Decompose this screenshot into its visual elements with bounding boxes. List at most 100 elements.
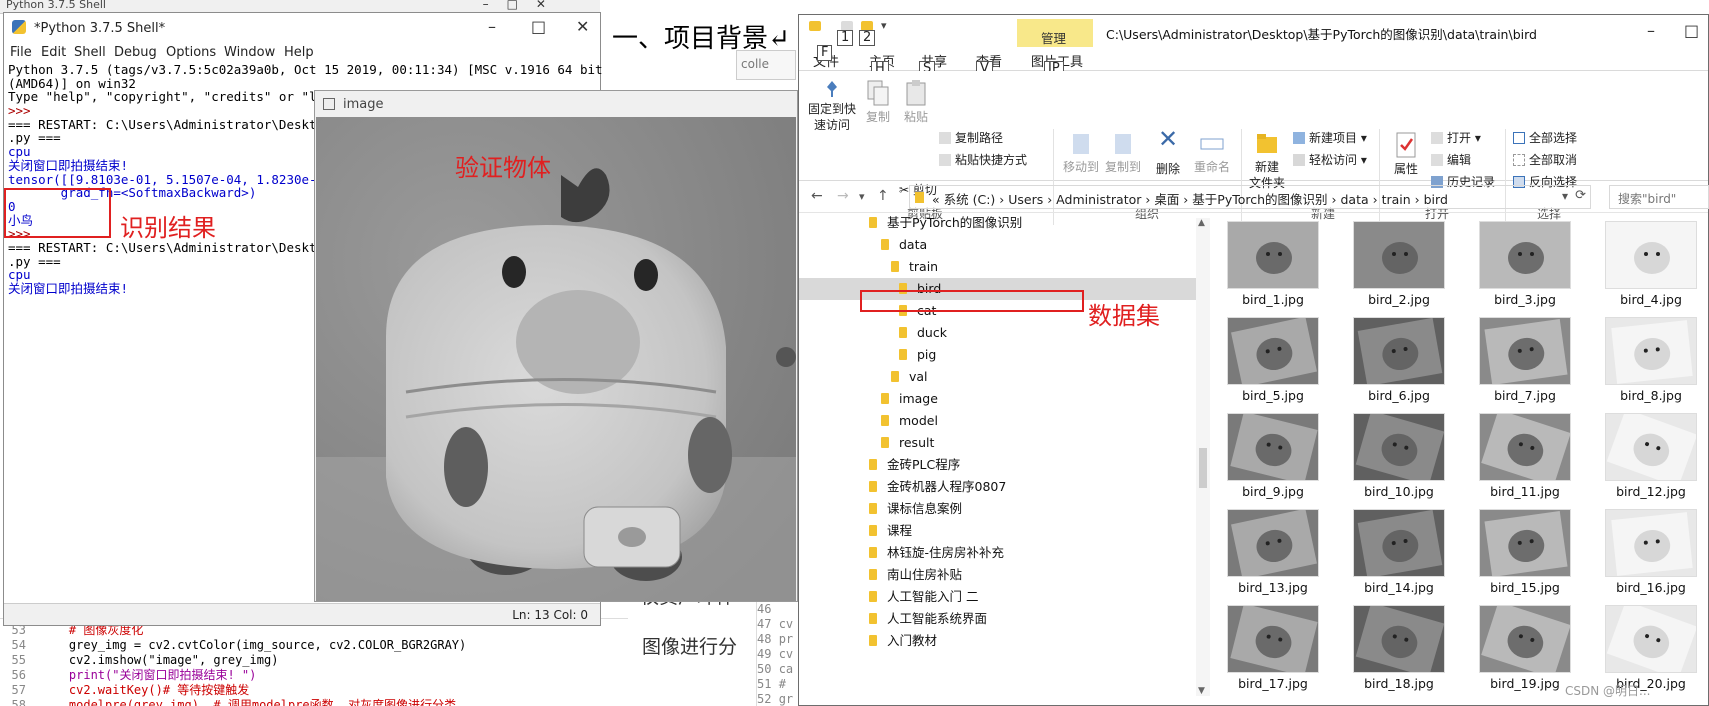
address-dropdown-icon[interactable]: ▾ xyxy=(1562,189,1568,203)
menu-options[interactable]: Options xyxy=(166,45,216,60)
search-input[interactable]: 搜索"bird" xyxy=(1609,185,1709,209)
easy-access-button[interactable]: 轻松访问 ▾ xyxy=(1293,151,1367,168)
tree-item[interactable]: 基于PyTorch的图像识别 xyxy=(869,212,1022,234)
tree-item[interactable]: duck xyxy=(899,322,947,344)
tree-item[interactable]: val xyxy=(891,366,928,388)
image-preview xyxy=(1227,605,1319,673)
file-thumbnail[interactable]: bird_16.jpg xyxy=(1596,506,1706,595)
file-thumbnail[interactable]: bird_9.jpg xyxy=(1218,410,1328,499)
manage-tab[interactable]: 管理 xyxy=(1017,19,1093,47)
image-window-titlebar[interactable]: image xyxy=(315,91,797,117)
file-thumbnail[interactable]: bird_17.jpg xyxy=(1218,602,1328,691)
back-arrow-icon[interactable]: ← xyxy=(811,188,823,204)
file-thumbnail[interactable]: bird_6.jpg xyxy=(1344,314,1454,403)
image-preview xyxy=(1605,413,1697,481)
address-bar[interactable]: « 系统 (C:) › Users › Administrator › 桌面 ›… xyxy=(909,185,1591,209)
menu-debug[interactable]: Debug xyxy=(114,45,157,60)
forward-arrow-icon[interactable]: → xyxy=(837,188,849,204)
file-thumbnail[interactable]: bird_14.jpg xyxy=(1344,506,1454,595)
tree-item[interactable]: 金砖机器人程序0807 xyxy=(869,476,1006,498)
edit-button[interactable]: 编辑 xyxy=(1431,151,1471,168)
open-button[interactable]: 打开 ▾ xyxy=(1431,129,1481,146)
close-icon[interactable]: ✕ xyxy=(576,17,589,36)
code-editor[interactable]: 53 # 图像灰度化 54 grey_img = cv2.cvtColor(im… xyxy=(0,618,628,706)
navigation-tree[interactable]: 基于PyTorch的图像识别 data train bird cat duck … xyxy=(799,212,1196,706)
copy-to-button[interactable]: 复制到 xyxy=(1103,131,1143,175)
file-thumbnail[interactable]: bird_1.jpg xyxy=(1218,218,1328,307)
tree-item[interactable]: 南山住房补贴 xyxy=(869,564,962,586)
file-thumbnail[interactable]: bird_8.jpg xyxy=(1596,314,1706,403)
image-preview xyxy=(1227,509,1319,577)
copy-path-button[interactable]: 复制路径 xyxy=(939,129,1003,146)
file-thumbnail[interactable]: bird_3.jpg xyxy=(1470,218,1580,307)
minimize-icon[interactable]: – xyxy=(488,17,496,36)
scroll-down-icon[interactable]: ▼ xyxy=(1198,686,1205,696)
menu-file[interactable]: File xyxy=(10,45,32,60)
file-thumbnail[interactable]: bird_20.jpg xyxy=(1596,602,1706,691)
move-to-button[interactable]: 移动到 xyxy=(1061,131,1101,175)
address-bar-row: ← → ▾ ↑ « 系统 (C:) › Users › Administrato… xyxy=(799,181,1709,213)
move-icon xyxy=(1073,134,1089,154)
pin-icon xyxy=(827,81,837,97)
maximize-icon[interactable]: □ xyxy=(531,17,546,36)
recent-dropdown-icon[interactable]: ▾ xyxy=(859,190,865,203)
copy-button[interactable]: 复制 xyxy=(861,79,895,125)
properties-button[interactable]: 属性 xyxy=(1389,131,1423,177)
background-window-controls[interactable]: –□✕ xyxy=(483,0,564,11)
file-grid[interactable]: bird_1.jpg bird_2.jpg bird_3.jpg bird_4.jpg… xyxy=(1218,218,1709,706)
tree-item[interactable]: 金砖PLC程序 xyxy=(869,454,960,476)
file-thumbnail[interactable]: bird_18.jpg xyxy=(1344,602,1454,691)
code-editor-secondary[interactable]: 46 47 cv 48 pr 49 cv 50 ca 51 # 52 gr 53… xyxy=(756,602,798,706)
python-shell-titlebar[interactable]: *Python 3.7.5 Shell* – □ ✕ xyxy=(4,13,600,43)
menu-window[interactable]: Window xyxy=(224,45,275,60)
file-thumbnail[interactable]: bird_5.jpg xyxy=(1218,314,1328,403)
python-icon xyxy=(12,20,26,34)
tree-item[interactable]: 课程 xyxy=(869,520,912,542)
menu-edit[interactable]: Edit xyxy=(41,45,66,60)
select-none-button[interactable]: 全部取消 xyxy=(1513,151,1577,168)
file-thumbnail[interactable]: bird_11.jpg xyxy=(1470,410,1580,499)
tree-item[interactable]: train xyxy=(891,256,938,278)
file-thumbnail[interactable]: bird_19.jpg xyxy=(1470,602,1580,691)
image-window[interactable]: image xyxy=(314,90,798,602)
breadcrumb[interactable]: « 系统 (C:) › Users › Administrator › 桌面 ›… xyxy=(932,189,1448,208)
image-preview xyxy=(1605,221,1697,289)
file-thumbnail[interactable]: bird_15.jpg xyxy=(1470,506,1580,595)
tree-item[interactable]: 人工智能入门 二 xyxy=(869,586,978,608)
menu-help[interactable]: Help xyxy=(284,45,314,60)
file-thumbnail[interactable]: bird_10.jpg xyxy=(1344,410,1454,499)
tree-item[interactable]: pig xyxy=(899,344,936,366)
file-thumbnail[interactable]: bird_7.jpg xyxy=(1470,314,1580,403)
result-highlight-box xyxy=(4,188,111,238)
up-arrow-icon[interactable]: ↑ xyxy=(877,188,889,204)
pin-quick-access-button[interactable]: 固定到快 速访问 xyxy=(805,79,859,133)
paste-shortcut-button[interactable]: 粘贴快捷方式 xyxy=(939,151,1027,168)
tree-item[interactable]: 人工智能系统界面 xyxy=(869,608,987,630)
scroll-up-icon[interactable]: ▲ xyxy=(1198,218,1205,228)
code-line: 58 modelpre(grey_img) # 调用modelpre函数, 对灰… xyxy=(11,698,457,706)
new-item-button[interactable]: 新建项目 ▾ xyxy=(1293,129,1367,146)
delete-button[interactable]: ✕ 删除 xyxy=(1151,127,1185,177)
tree-item[interactable]: 课标信息案例 xyxy=(869,498,962,520)
minimize-icon[interactable]: – xyxy=(1647,21,1655,40)
refresh-icon[interactable]: ⟳ xyxy=(1575,188,1586,203)
tree-item[interactable]: 林钰旋-住房房补补充 xyxy=(869,542,1004,564)
file-thumbnail[interactable]: bird_13.jpg xyxy=(1218,506,1328,595)
explorer-titlebar[interactable]: ▾ 管理 C:\Users\Administrator\Desktop\基于Py… xyxy=(799,15,1708,47)
tree-item[interactable]: data xyxy=(881,234,927,256)
quick-access-dropdown-icon[interactable]: ▾ xyxy=(881,19,887,32)
select-all-button[interactable]: 全部选择 xyxy=(1513,129,1577,146)
file-thumbnail[interactable]: bird_12.jpg xyxy=(1596,410,1706,499)
tree-item[interactable]: model xyxy=(881,410,938,432)
tree-scrollbar[interactable]: ▲ ▼ xyxy=(1196,218,1210,696)
tree-item[interactable]: 入门教材 xyxy=(869,630,937,652)
rename-button[interactable]: 重命名 xyxy=(1191,131,1233,175)
paste-button[interactable]: 粘贴 xyxy=(899,79,933,125)
maximize-icon[interactable]: □ xyxy=(1684,21,1699,40)
scrollbar-thumb[interactable] xyxy=(1199,448,1207,488)
file-thumbnail[interactable]: bird_2.jpg xyxy=(1344,218,1454,307)
menu-shell[interactable]: Shell xyxy=(74,45,106,60)
file-thumbnail[interactable]: bird_4.jpg xyxy=(1596,218,1706,307)
tree-item[interactable]: result xyxy=(881,432,934,454)
tree-item[interactable]: image xyxy=(881,388,938,410)
